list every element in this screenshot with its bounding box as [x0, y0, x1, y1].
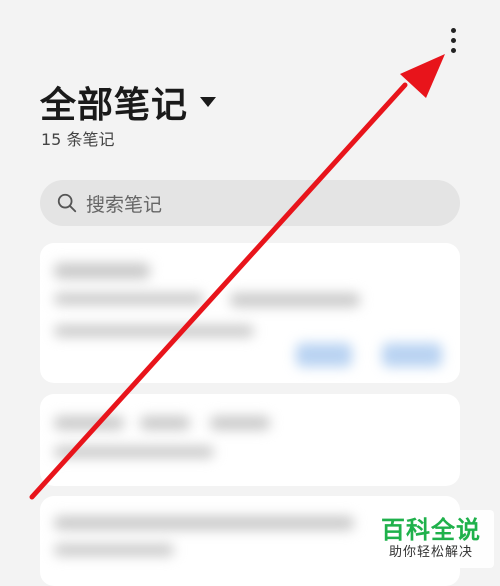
watermark-title: 百科全说	[381, 516, 481, 544]
vertical-ellipsis-icon	[450, 27, 456, 33]
note-card[interactable]	[40, 394, 460, 486]
note-count: 15 条笔记	[41, 130, 115, 149]
search-input[interactable]: 搜索笔记	[86, 190, 162, 217]
search-icon	[57, 193, 77, 213]
caret-down-icon	[200, 97, 217, 107]
note-card[interactable]	[40, 243, 460, 383]
watermark-subtitle: 助你轻松解决	[388, 545, 473, 560]
search-bar[interactable]: 搜索笔记	[40, 180, 460, 226]
watermark-logo: 百科全说 助你轻松解决	[368, 510, 494, 568]
page-title: 全部笔记	[40, 85, 189, 126]
more-options-button[interactable]	[440, 24, 466, 56]
title-dropdown[interactable]: 全部笔记	[40, 76, 217, 128]
